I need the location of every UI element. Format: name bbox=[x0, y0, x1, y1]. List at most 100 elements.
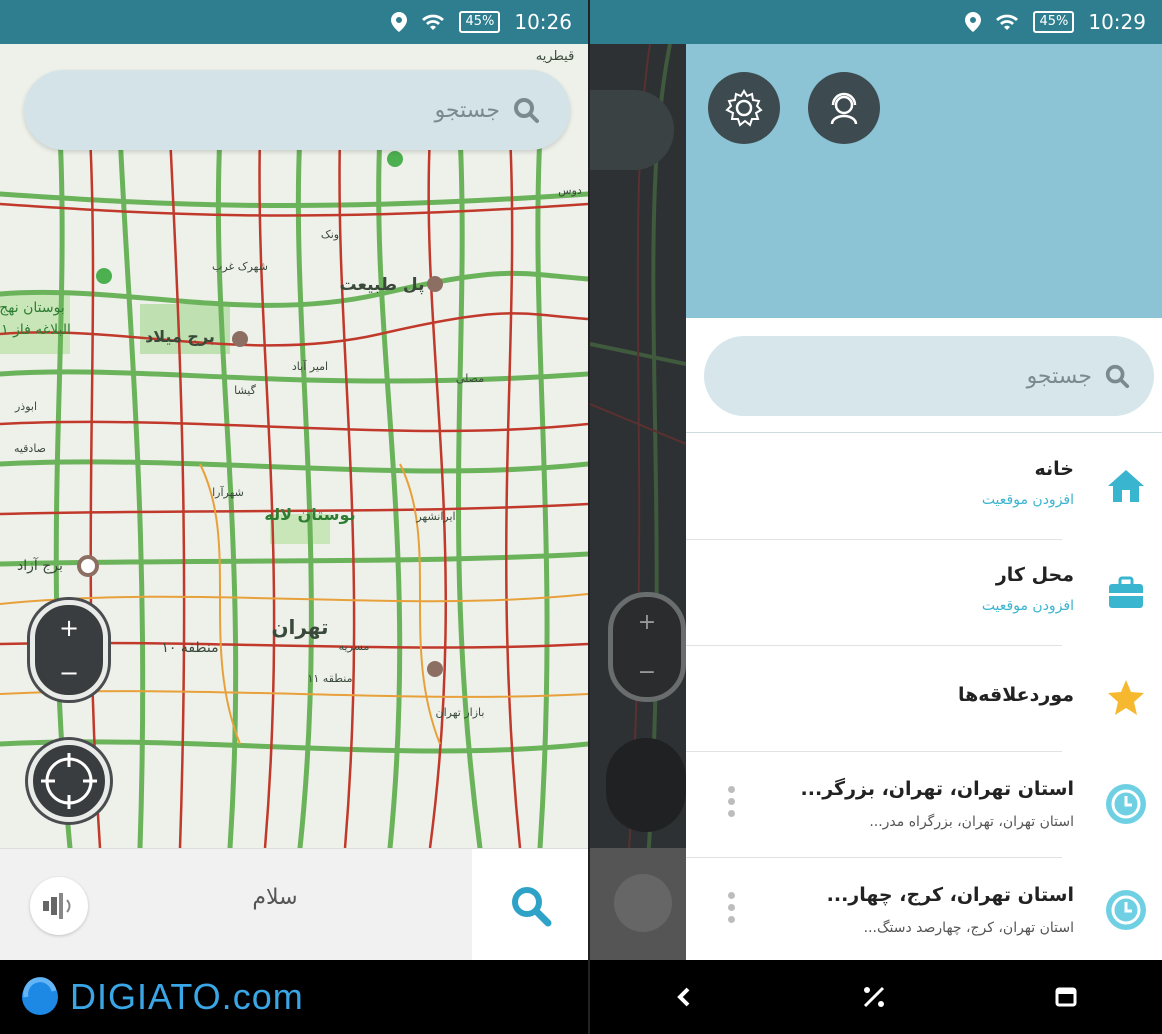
search-icon bbox=[512, 887, 552, 927]
map-label: منطقه ۱۰ bbox=[161, 640, 218, 656]
status-bar: 45% 10:26 bbox=[0, 0, 588, 44]
drawer-search-bar[interactable]: جستجو bbox=[704, 336, 1154, 416]
search-icon bbox=[1105, 364, 1130, 389]
settings-button[interactable] bbox=[708, 72, 780, 144]
zoom-in-button[interactable]: + bbox=[59, 614, 79, 642]
drawer-separator bbox=[686, 432, 1162, 433]
item-title: استان تهران، تهران، بزرگر... bbox=[800, 778, 1074, 800]
map-label: ایرانشهر bbox=[415, 510, 455, 523]
dimmed-locate-button bbox=[606, 738, 686, 832]
map-search-bar[interactable]: جستجو bbox=[24, 70, 570, 150]
wifi-icon bbox=[422, 14, 445, 30]
dimmed-map[interactable]: + − bbox=[590, 44, 686, 960]
list-item-recent[interactable]: استان تهران، تهران، بزرگر... استان تهران… bbox=[686, 752, 1162, 858]
dimmed-zoom-out: − bbox=[637, 659, 657, 685]
location-pin-icon bbox=[391, 12, 408, 32]
briefcase-icon bbox=[1104, 570, 1148, 614]
list-item-recent[interactable]: استان تهران، کرج، چهار... استان تهران، ک… bbox=[686, 858, 1162, 960]
back-icon[interactable] bbox=[674, 986, 694, 1008]
more-options-icon[interactable] bbox=[728, 892, 736, 923]
search-icon bbox=[514, 98, 539, 123]
item-subtitle: استان تهران، تهران، بزرگراه مدر... bbox=[869, 814, 1074, 830]
dimmed-search-bar bbox=[590, 90, 674, 170]
search-placeholder: جستجو bbox=[1026, 363, 1092, 389]
map-label: تهران bbox=[271, 615, 328, 639]
greeting-text: سلام bbox=[252, 885, 298, 910]
dimmed-sound-button bbox=[614, 874, 672, 932]
map-label: پل طبیعت bbox=[340, 275, 425, 295]
brand-bar: DIGIATO.com bbox=[0, 960, 588, 1034]
list-item-home[interactable]: خانه افزودن موقعیت bbox=[686, 434, 1162, 540]
map-label: برج آزاد bbox=[17, 557, 63, 574]
park-marker bbox=[96, 268, 112, 284]
landmark-marker bbox=[232, 331, 248, 347]
wifi-icon bbox=[996, 14, 1019, 30]
item-title: خانه bbox=[1034, 458, 1074, 480]
drawer-screen: + − جستجو خانه افزودن موقعیت محل کار افز… bbox=[590, 0, 1162, 960]
search-button[interactable] bbox=[472, 849, 588, 960]
home-nav-icon[interactable] bbox=[861, 984, 887, 1010]
digiato-logo-icon bbox=[22, 977, 58, 1015]
landmark-marker bbox=[77, 555, 99, 577]
zoom-control: + − bbox=[30, 600, 108, 700]
search-placeholder: جستجو bbox=[434, 97, 500, 123]
item-subtitle: استان تهران، کرج، چهارصد دستگ... bbox=[863, 920, 1074, 936]
dimmed-zoom-in: + bbox=[637, 609, 657, 635]
status-bar: 45% 10:29 bbox=[590, 0, 1162, 44]
gear-icon bbox=[725, 89, 763, 127]
more-options-icon[interactable] bbox=[728, 786, 736, 817]
star-icon bbox=[1104, 676, 1148, 720]
map-view[interactable]: قیطریه پل طبیعت بوستان نهج البلاغه فاز ۱… bbox=[0, 44, 588, 848]
item-subtitle: افزودن موقعیت bbox=[981, 598, 1074, 614]
android-nav-bar bbox=[590, 960, 1162, 1034]
dimmed-bottom-bar bbox=[590, 848, 686, 960]
map-roads: قیطریه پل طبیعت بوستان نهج البلاغه فاز ۱… bbox=[0, 49, 588, 848]
item-title: استان تهران، کرج، چهار... bbox=[826, 884, 1074, 906]
park-marker bbox=[387, 151, 403, 167]
status-time: 10:29 bbox=[1088, 10, 1146, 34]
map-label: شهرآرا bbox=[212, 485, 244, 499]
support-button[interactable] bbox=[808, 72, 880, 144]
landmark-marker bbox=[427, 276, 443, 292]
map-screen: قیطریه پل طبیعت بوستان نهج البلاغه فاز ۱… bbox=[0, 0, 588, 960]
list-item-work[interactable]: محل کار افزودن موقعیت bbox=[686, 540, 1162, 646]
drawer-header bbox=[686, 44, 1162, 318]
clock-icon bbox=[1104, 888, 1148, 932]
map-label: مصلی bbox=[456, 372, 484, 385]
zoom-out-button[interactable]: − bbox=[59, 659, 79, 687]
list-item-favorites[interactable]: موردعلاقه‌ها bbox=[686, 646, 1162, 752]
map-label: ابوذر bbox=[14, 400, 37, 413]
dimmed-zoom-control: + − bbox=[608, 592, 686, 702]
status-time: 10:26 bbox=[514, 10, 572, 34]
location-pin-icon bbox=[965, 12, 982, 32]
recents-icon[interactable] bbox=[1054, 986, 1078, 1008]
bottom-bar: سلام bbox=[0, 848, 588, 960]
brand-text: DIGIATO.com bbox=[70, 976, 304, 1017]
speaker-icon bbox=[43, 893, 71, 919]
map-label: صادقیه bbox=[14, 442, 46, 455]
map-label: برج میلاد bbox=[145, 327, 215, 346]
landmark-marker bbox=[427, 661, 443, 677]
map-label: قیطریه bbox=[536, 49, 575, 64]
battery-indicator: 45% bbox=[459, 11, 501, 33]
crosshair-icon bbox=[41, 753, 97, 809]
map-label: ونک bbox=[321, 228, 339, 241]
map-label: امیر آباد bbox=[292, 359, 328, 373]
map-label: بوستان نهج bbox=[0, 300, 65, 316]
item-title: محل کار bbox=[995, 564, 1074, 586]
item-subtitle: افزودن موقعیت bbox=[981, 492, 1074, 508]
item-title: موردعلاقه‌ها bbox=[957, 684, 1074, 706]
sound-button[interactable] bbox=[30, 877, 88, 935]
locate-me-button[interactable] bbox=[28, 740, 110, 822]
headset-icon bbox=[830, 92, 858, 125]
battery-indicator: 45% bbox=[1033, 11, 1075, 33]
map-label: بازار تهران bbox=[436, 706, 485, 719]
map-label: بوستان لاله bbox=[264, 505, 355, 524]
map-label: دوس bbox=[558, 184, 582, 197]
clock-icon bbox=[1104, 782, 1148, 826]
map-label: البلاغه فاز ۱ bbox=[1, 322, 71, 338]
side-drawer: جستجو خانه افزودن موقعیت محل کار افزودن … bbox=[686, 44, 1162, 960]
map-label: مسریه bbox=[339, 640, 370, 653]
home-icon bbox=[1104, 464, 1148, 508]
map-label: گیشا bbox=[234, 384, 256, 397]
